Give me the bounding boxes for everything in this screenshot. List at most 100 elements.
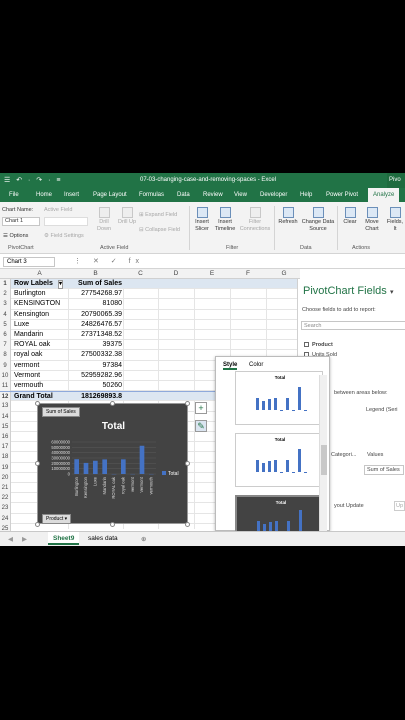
- row-number[interactable]: 14: [0, 411, 11, 422]
- drill-up-button[interactable]: Drill Up: [116, 207, 138, 226]
- row-number[interactable]: 7: [0, 340, 11, 351]
- quick-access-toolbar[interactable]: ☰ ↶ · ↷ · ≡: [4, 176, 62, 184]
- resize-handle[interactable]: [35, 522, 40, 527]
- resize-handle[interactable]: [35, 401, 40, 406]
- tab-file[interactable]: File: [9, 192, 19, 198]
- chart-bar[interactable]: [102, 459, 107, 474]
- options-button[interactable]: ☰ Options: [3, 233, 28, 240]
- pivot-chart[interactable]: Sum of Sales Total 60000000 50000000 40000…: [37, 403, 188, 524]
- sum-of-sales-header[interactable]: Sum of Sales: [68, 279, 122, 289]
- pivot-row-label[interactable]: Mandarin: [14, 330, 43, 340]
- pivot-row-label[interactable]: ROYAL oak: [14, 340, 50, 350]
- pivot-row-value[interactable]: 27371348.52: [68, 330, 122, 340]
- row-number[interactable]: 20: [0, 472, 11, 483]
- row-number[interactable]: 15: [0, 421, 11, 432]
- pivot-row-value[interactable]: 52959282.96: [68, 371, 122, 381]
- resize-handle[interactable]: [110, 522, 115, 527]
- tab-home[interactable]: Home: [36, 192, 52, 198]
- change-data-source-button[interactable]: Change Data Source: [300, 207, 336, 233]
- chart-elements-button[interactable]: +: [195, 402, 207, 414]
- clear-button[interactable]: Clear: [339, 207, 361, 226]
- tab-review[interactable]: Review: [203, 192, 223, 198]
- add-sheet-icon[interactable]: ⊕: [141, 535, 146, 543]
- chart-bar[interactable]: [74, 459, 79, 474]
- column-header-d[interactable]: D: [158, 270, 194, 277]
- chart-bar[interactable]: [139, 445, 145, 474]
- sheet-tab-sheet9[interactable]: Sheet9: [48, 532, 80, 545]
- row-number[interactable]: 2: [0, 289, 11, 300]
- row-number[interactable]: 11: [0, 381, 11, 392]
- name-box[interactable]: Chart 3: [3, 257, 55, 267]
- chart-style-option[interactable]: Total: [235, 433, 323, 487]
- column-header-f[interactable]: F: [230, 270, 266, 277]
- row-number[interactable]: 19: [0, 462, 11, 473]
- resize-handle[interactable]: [35, 461, 40, 466]
- row-number[interactable]: 16: [0, 432, 11, 443]
- drill-down-button[interactable]: Drill Down: [93, 207, 115, 233]
- resize-handle[interactable]: [185, 401, 190, 406]
- pivot-row-value[interactable]: 20790065.39: [68, 310, 122, 320]
- scroll-right-icon[interactable]: ▶: [22, 535, 27, 543]
- field-search-input[interactable]: Search: [301, 321, 405, 330]
- row-number[interactable]: 24: [0, 513, 11, 524]
- tab-analyze[interactable]: Analyze: [368, 188, 400, 202]
- tab-power-pivot[interactable]: Power Pivot: [326, 192, 358, 198]
- move-chart-button[interactable]: Move Chart: [361, 207, 383, 233]
- active-field-input[interactable]: [44, 217, 88, 226]
- insert-slicer-button[interactable]: Insert Slicer: [191, 207, 213, 233]
- tab-page-layout[interactable]: Page Layout: [93, 192, 127, 198]
- row-number[interactable]: 18: [0, 452, 11, 463]
- chart-bar[interactable]: [93, 460, 98, 474]
- row-number[interactable]: 21: [0, 483, 11, 494]
- pivot-row-label[interactable]: Kensington: [14, 310, 49, 320]
- gallery-scrollbar[interactable]: [319, 375, 327, 531]
- row-number[interactable]: 17: [0, 442, 11, 453]
- pivot-row-value[interactable]: 27754268.97: [68, 289, 122, 299]
- pivot-row-label[interactable]: Vermont: [14, 371, 40, 381]
- sheet-tab-sales-data[interactable]: sales data: [88, 535, 118, 542]
- product-axis-field-button[interactable]: Product ▾: [42, 514, 72, 524]
- chart-bar[interactable]: [121, 459, 126, 474]
- filter-connections-button[interactable]: Filter Connections: [237, 207, 273, 233]
- row-number[interactable]: 10: [0, 370, 11, 381]
- column-header-e[interactable]: E: [194, 270, 230, 277]
- field-settings-button[interactable]: ⚙ Field Settings: [44, 233, 84, 240]
- categories-item[interactable]: Categori...: [331, 452, 356, 458]
- column-header-b[interactable]: B: [68, 270, 123, 277]
- pivot-row-label[interactable]: vermouth: [14, 381, 43, 391]
- update-button[interactable]: Up: [394, 501, 405, 511]
- column-header-g[interactable]: G: [266, 270, 302, 277]
- tab-developer[interactable]: Developer: [260, 192, 287, 198]
- defer-layout-update-label[interactable]: yout Update: [334, 503, 364, 509]
- pivot-row-value[interactable]: 97384: [68, 361, 122, 371]
- row-labels-header[interactable]: Row Labels: [14, 279, 53, 289]
- pivot-row-label[interactable]: KENSINGTON: [14, 299, 60, 309]
- pivot-row-value[interactable]: 50260: [68, 381, 122, 391]
- column-header-a[interactable]: A: [11, 270, 68, 277]
- pivot-row-label[interactable]: vermont: [14, 361, 39, 371]
- insert-timeline-button[interactable]: Insert Timeline: [213, 207, 237, 233]
- row-number[interactable]: 6: [0, 330, 11, 341]
- chart-styles-button[interactable]: ✎: [195, 420, 207, 432]
- field-product[interactable]: Product: [304, 342, 333, 348]
- row-number[interactable]: 9: [0, 360, 11, 371]
- row-number[interactable]: 5: [0, 319, 11, 330]
- collapse-field-button[interactable]: ⊟ Collapse Field: [139, 227, 180, 234]
- tab-view[interactable]: View: [234, 192, 247, 198]
- style-tab[interactable]: Style: [223, 362, 238, 370]
- tab-formulas[interactable]: Formulas: [139, 192, 164, 198]
- resize-handle[interactable]: [185, 461, 190, 466]
- tab-data[interactable]: Data: [177, 192, 190, 198]
- scrollbar-thumb[interactable]: [321, 445, 327, 475]
- tab-help[interactable]: Help: [300, 192, 312, 198]
- pivot-row-label[interactable]: royal oak: [14, 350, 42, 360]
- pivot-row-label[interactable]: Luxe: [14, 320, 29, 330]
- scroll-left-icon[interactable]: ◀: [8, 535, 13, 543]
- row-number[interactable]: 1: [0, 279, 11, 290]
- color-tab[interactable]: Color: [249, 362, 263, 368]
- pane-options-icon[interactable]: ▾: [390, 288, 394, 296]
- row-number[interactable]: 3: [0, 299, 11, 310]
- tab-insert[interactable]: Insert: [64, 192, 79, 198]
- row-number[interactable]: 8: [0, 350, 11, 361]
- pivot-row-value[interactable]: 24826476.57: [68, 320, 122, 330]
